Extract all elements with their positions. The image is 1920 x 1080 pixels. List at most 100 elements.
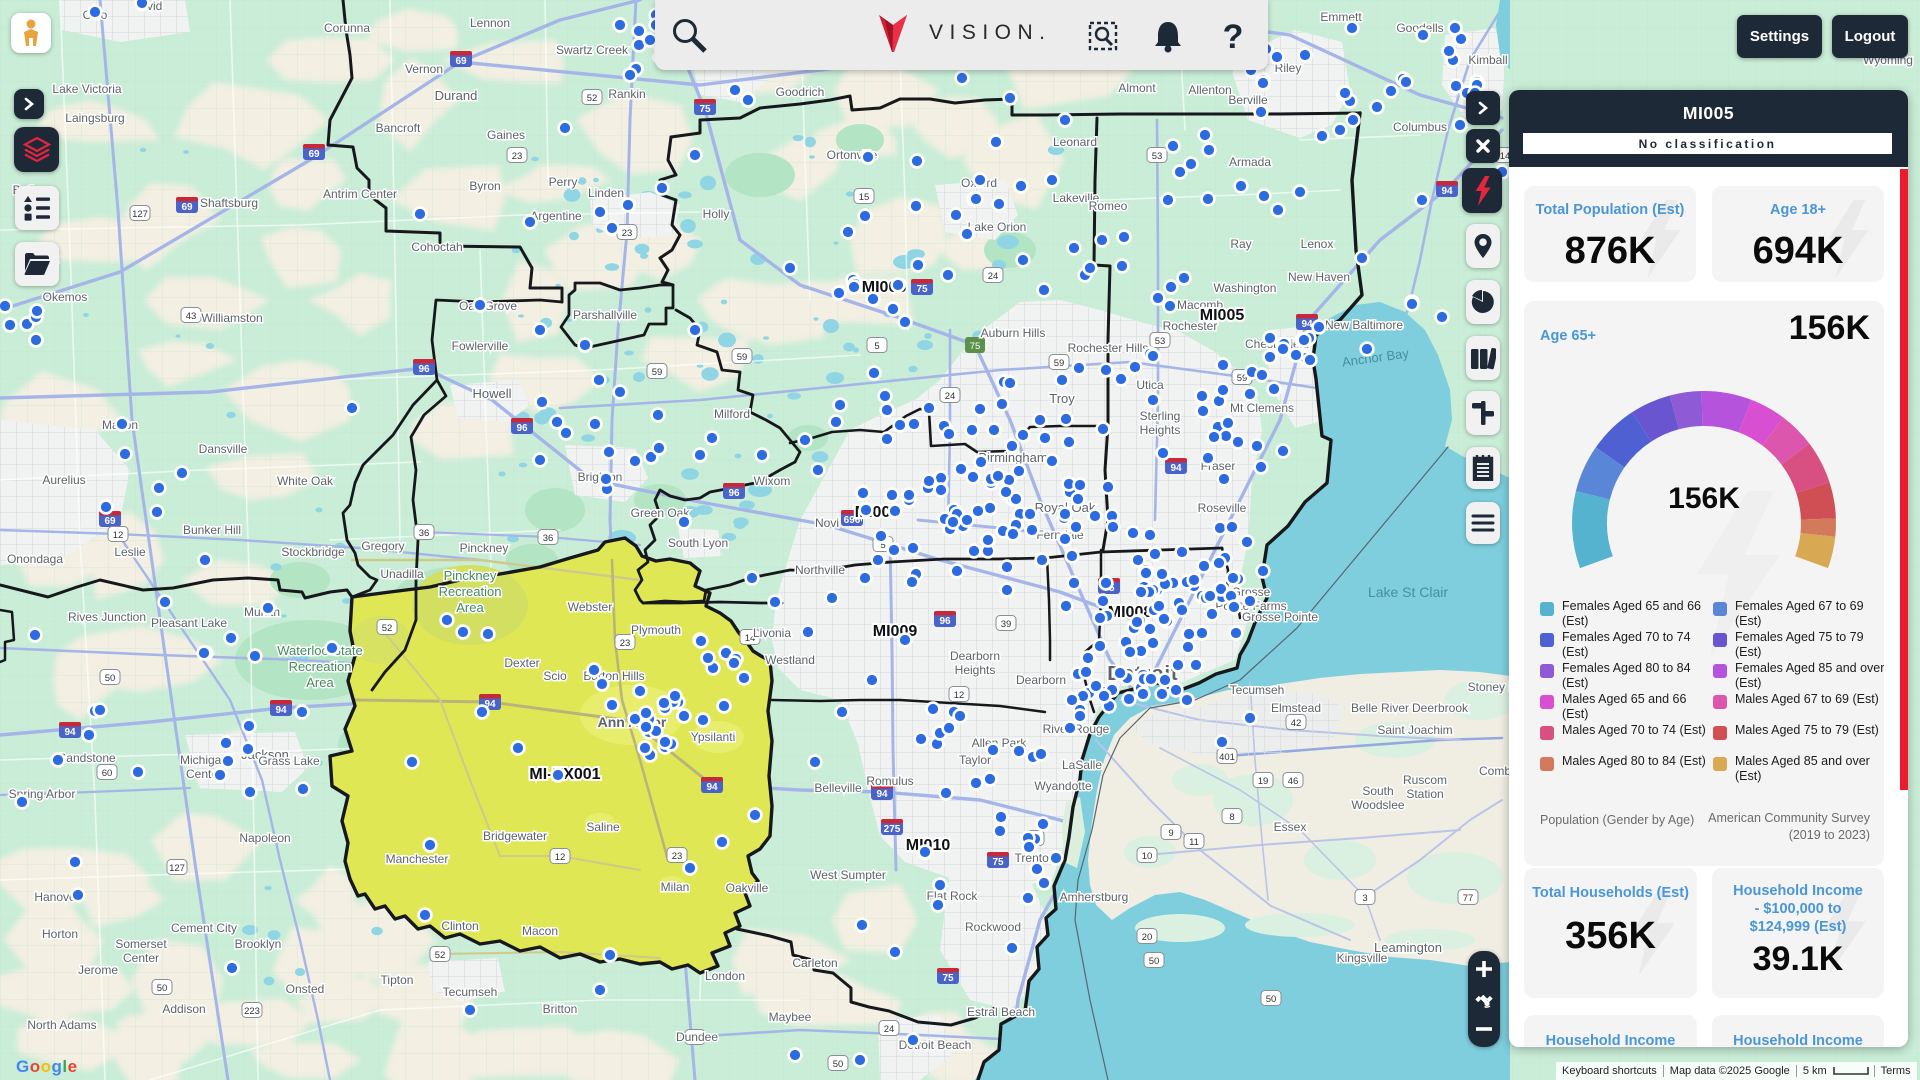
svg-text:69: 69 bbox=[308, 149, 320, 160]
svg-text:Westland: Westland bbox=[765, 653, 815, 667]
svg-text:Bancroft: Bancroft bbox=[376, 121, 421, 135]
svg-text:Ray: Ray bbox=[1230, 237, 1251, 251]
svg-text:Napoleon: Napoleon bbox=[239, 831, 290, 845]
svg-text:Parshallville: Parshallville bbox=[573, 308, 637, 322]
svg-text:Fowlerville: Fowlerville bbox=[452, 339, 509, 353]
svg-text:52: 52 bbox=[382, 623, 393, 634]
svg-text:23: 23 bbox=[672, 851, 683, 862]
svg-text:Washington: Washington bbox=[1214, 281, 1277, 295]
svg-text:Utica: Utica bbox=[1136, 378, 1164, 392]
svg-text:West Sumpter: West Sumpter bbox=[810, 868, 886, 882]
svg-text:Lake St Clair: Lake St Clair bbox=[1368, 584, 1448, 600]
svg-text:275: 275 bbox=[884, 824, 901, 835]
svg-text:12: 12 bbox=[954, 690, 965, 701]
svg-text:Rives Junction: Rives Junction bbox=[68, 610, 146, 624]
svg-text:Dundee: Dundee bbox=[676, 1030, 718, 1044]
svg-text:96: 96 bbox=[728, 488, 740, 499]
svg-text:43: 43 bbox=[186, 311, 197, 322]
svg-text:New Baltimore: New Baltimore bbox=[1325, 318, 1403, 332]
svg-text:Swartz Creek: Swartz Creek bbox=[556, 43, 629, 57]
svg-text:94: 94 bbox=[1170, 463, 1182, 474]
svg-text:Oak Grove: Oak Grove bbox=[459, 299, 517, 313]
svg-text:23: 23 bbox=[620, 638, 631, 649]
svg-text:50: 50 bbox=[833, 1059, 844, 1070]
svg-text:94: 94 bbox=[1301, 319, 1313, 330]
svg-text:Oakville: Oakville bbox=[726, 881, 769, 895]
svg-text:New Haven: New Haven bbox=[1288, 270, 1350, 284]
svg-text:Okemos: Okemos bbox=[43, 290, 88, 304]
svg-text:Woodslee: Woodslee bbox=[1351, 798, 1404, 812]
svg-text:75: 75 bbox=[699, 104, 711, 115]
svg-text:Tipton: Tipton bbox=[381, 973, 414, 987]
svg-text:Cement City: Cement City bbox=[171, 921, 237, 935]
svg-text:Dexter: Dexter bbox=[504, 656, 539, 670]
svg-text:South: South bbox=[1362, 784, 1393, 798]
svg-text:Leonard: Leonard bbox=[1053, 135, 1097, 149]
svg-text:53: 53 bbox=[1152, 151, 1163, 162]
svg-text:Saint Joachim: Saint Joachim bbox=[1377, 723, 1452, 737]
svg-text:Lake Orion: Lake Orion bbox=[968, 220, 1027, 234]
svg-text:Holly: Holly bbox=[703, 207, 730, 221]
svg-text:Plymouth: Plymouth bbox=[631, 623, 681, 637]
svg-text:Addison: Addison bbox=[162, 1002, 205, 1016]
svg-text:Lake Victoria: Lake Victoria bbox=[52, 82, 121, 96]
svg-text:Belle River: Belle River bbox=[1351, 701, 1409, 715]
svg-text:Leslie: Leslie bbox=[114, 545, 146, 559]
svg-text:Recreation: Recreation bbox=[289, 659, 352, 674]
svg-text:Antrim Center: Antrim Center bbox=[323, 187, 397, 201]
svg-text:Pinckney: Pinckney bbox=[460, 541, 509, 555]
svg-text:Romeo: Romeo bbox=[1089, 199, 1128, 213]
svg-text:Lenox: Lenox bbox=[1301, 237, 1334, 251]
svg-text:50: 50 bbox=[105, 673, 116, 684]
svg-text:South Lyon: South Lyon bbox=[668, 536, 728, 550]
svg-text:Waterloo State: Waterloo State bbox=[277, 643, 363, 658]
svg-text:Maybee: Maybee bbox=[769, 1010, 812, 1024]
svg-text:Aurelius: Aurelius bbox=[42, 473, 85, 487]
svg-text:96: 96 bbox=[516, 423, 528, 434]
svg-text:Pinckney: Pinckney bbox=[444, 568, 497, 583]
svg-text:69: 69 bbox=[455, 56, 467, 67]
svg-text:Kimball: Kimball bbox=[1468, 53, 1507, 67]
svg-text:Pleasant Lake: Pleasant Lake bbox=[151, 616, 227, 630]
svg-text:23: 23 bbox=[512, 151, 523, 162]
svg-text:VISION.: VISION. bbox=[929, 21, 1052, 44]
svg-text:Howell: Howell bbox=[472, 386, 511, 401]
svg-text:Bunker Hill: Bunker Hill bbox=[183, 523, 241, 537]
svg-text:Scio: Scio bbox=[543, 669, 567, 683]
svg-text:Saline: Saline bbox=[586, 820, 620, 834]
svg-text:11: 11 bbox=[1189, 837, 1199, 848]
svg-text:Sterling: Sterling bbox=[1140, 409, 1181, 423]
svg-text:Horton: Horton bbox=[42, 927, 78, 941]
svg-text:Lennon: Lennon bbox=[470, 16, 510, 30]
svg-text:36: 36 bbox=[543, 533, 554, 544]
svg-text:Webster: Webster bbox=[568, 600, 612, 614]
svg-text:52: 52 bbox=[435, 950, 446, 961]
svg-text:Station: Station bbox=[1406, 787, 1443, 801]
svg-text:Stockbridge: Stockbridge bbox=[281, 545, 345, 559]
svg-text:69: 69 bbox=[104, 516, 116, 527]
svg-text:10: 10 bbox=[1142, 851, 1153, 862]
svg-text:Vernon: Vernon bbox=[405, 62, 443, 76]
svg-text:Heights: Heights bbox=[1140, 423, 1181, 437]
svg-text:Milan: Milan bbox=[661, 880, 690, 894]
svg-text:Heights: Heights bbox=[955, 663, 996, 677]
svg-text:42: 42 bbox=[1291, 718, 1302, 729]
svg-text:Goodrich: Goodrich bbox=[776, 85, 825, 99]
svg-text:Gaines: Gaines bbox=[487, 128, 525, 142]
svg-text:94: 94 bbox=[1441, 186, 1453, 197]
svg-text:Wixom: Wixom bbox=[754, 474, 791, 488]
svg-text:9: 9 bbox=[1168, 828, 1173, 839]
svg-text:59: 59 bbox=[652, 367, 663, 378]
svg-text:50: 50 bbox=[157, 983, 168, 994]
svg-text:59: 59 bbox=[1054, 358, 1065, 369]
svg-text:Recreation: Recreation bbox=[439, 584, 502, 599]
svg-text:46: 46 bbox=[1288, 776, 1299, 787]
svg-text:Milford: Milford bbox=[714, 407, 750, 421]
svg-text:Onondaga: Onondaga bbox=[7, 552, 63, 566]
svg-text:Brooklyn: Brooklyn bbox=[235, 937, 282, 951]
svg-text:Carleton: Carleton bbox=[792, 956, 837, 970]
svg-text:Durand: Durand bbox=[435, 88, 478, 103]
svg-text:Bridgewater: Bridgewater bbox=[483, 829, 547, 843]
svg-text:?: ? bbox=[1223, 18, 1244, 56]
svg-text:23: 23 bbox=[622, 228, 633, 239]
